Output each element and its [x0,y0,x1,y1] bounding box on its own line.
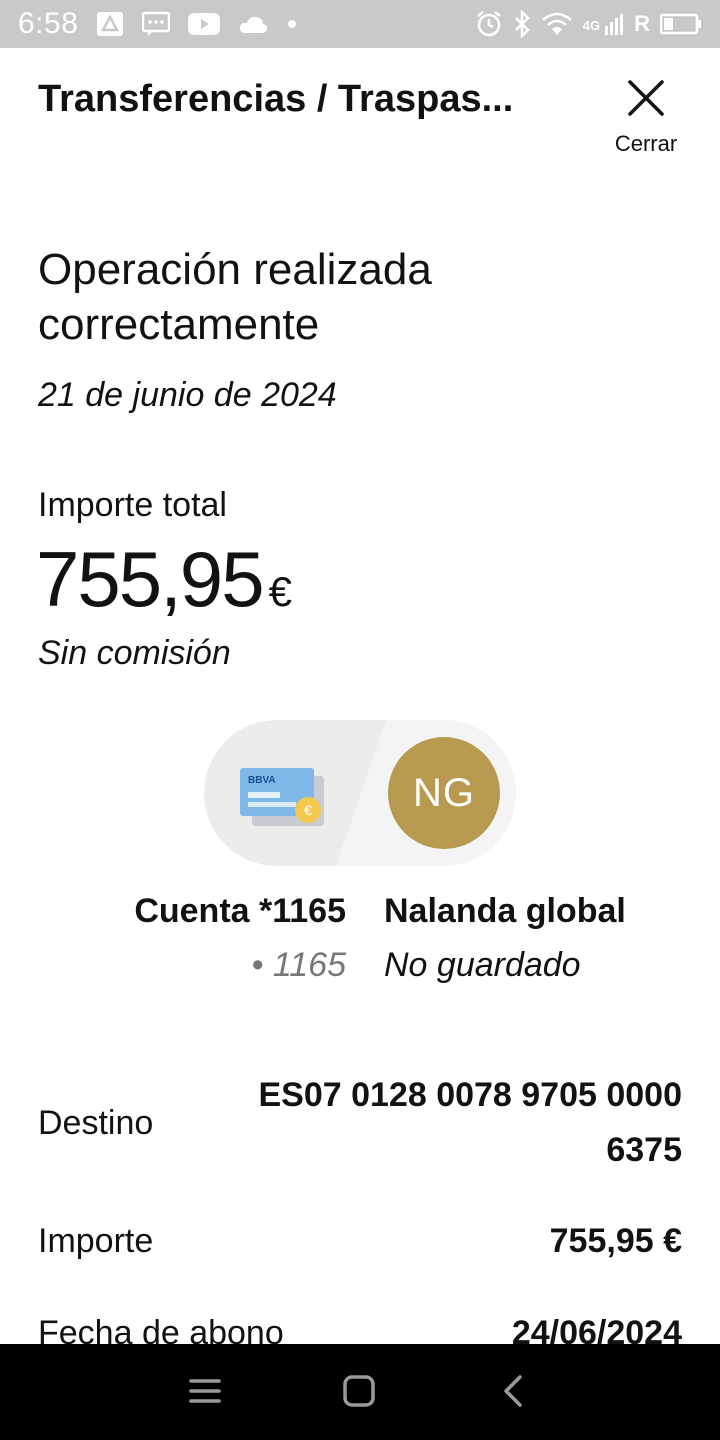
cloud-icon [238,13,268,35]
svg-text:€: € [304,802,312,818]
commission-text: Sin comisión [38,634,231,672]
origin-account-number: • 1165 [251,946,346,984]
total-label: Importe total [38,486,227,524]
importe-value: 755,95 € [549,1222,682,1260]
card-brand: BBVA [248,775,276,786]
signal-icon [604,12,624,36]
bank-card-icon: BBVA € [240,766,336,837]
total-currency: € [268,568,292,615]
dot-icon [286,18,298,30]
destino-value: ES07 0128 0078 9705 0000 6375 [258,1068,682,1178]
close-icon[interactable] [626,78,666,123]
roaming-indicator: R [634,11,650,36]
status-time: 6:58 [18,7,79,40]
destino-iban-line1: ES07 0128 0078 9705 0000 [258,1076,682,1114]
close-button[interactable]: Cerrar [606,78,686,168]
total-value: 755,95 [36,535,265,623]
drive-notification-icon [96,11,124,37]
back-icon[interactable] [500,1374,526,1413]
recent-apps-icon[interactable] [188,1374,222,1413]
bluetooth-icon [513,10,531,38]
status-bar: 6:58 4G R [0,0,720,48]
transfer-parties-pill: BBVA € NG [204,720,516,866]
alarm-icon [475,10,503,38]
navigation-bar [0,1344,720,1440]
youtube-icon [188,12,221,36]
recipient-avatar: NG [388,737,500,849]
network-type: 4G [582,18,601,33]
total-amount: 755,95 € [36,534,292,625]
message-icon [142,11,171,37]
close-label[interactable]: Cerrar [615,131,677,157]
status-bar-right: 4G R [475,10,702,38]
page-title: Transferencias / Traspas... [38,78,514,120]
destino-label: Destino [38,1104,154,1142]
origin-account-name: Cuenta *1165 [134,892,346,930]
home-icon[interactable] [342,1374,376,1413]
battery-icon [660,13,702,35]
destino-iban-line2: 6375 [606,1131,682,1169]
importe-label: Importe [38,1222,154,1260]
operation-date: 21 de junio de 2024 [38,376,337,414]
recipient-status: No guardado [384,946,581,984]
status-bar-left: 6:58 [18,7,298,41]
recipient-name: Nalanda global [384,892,626,930]
operation-title: Operación realizada correctamente [38,245,432,349]
wifi-icon [541,11,573,37]
